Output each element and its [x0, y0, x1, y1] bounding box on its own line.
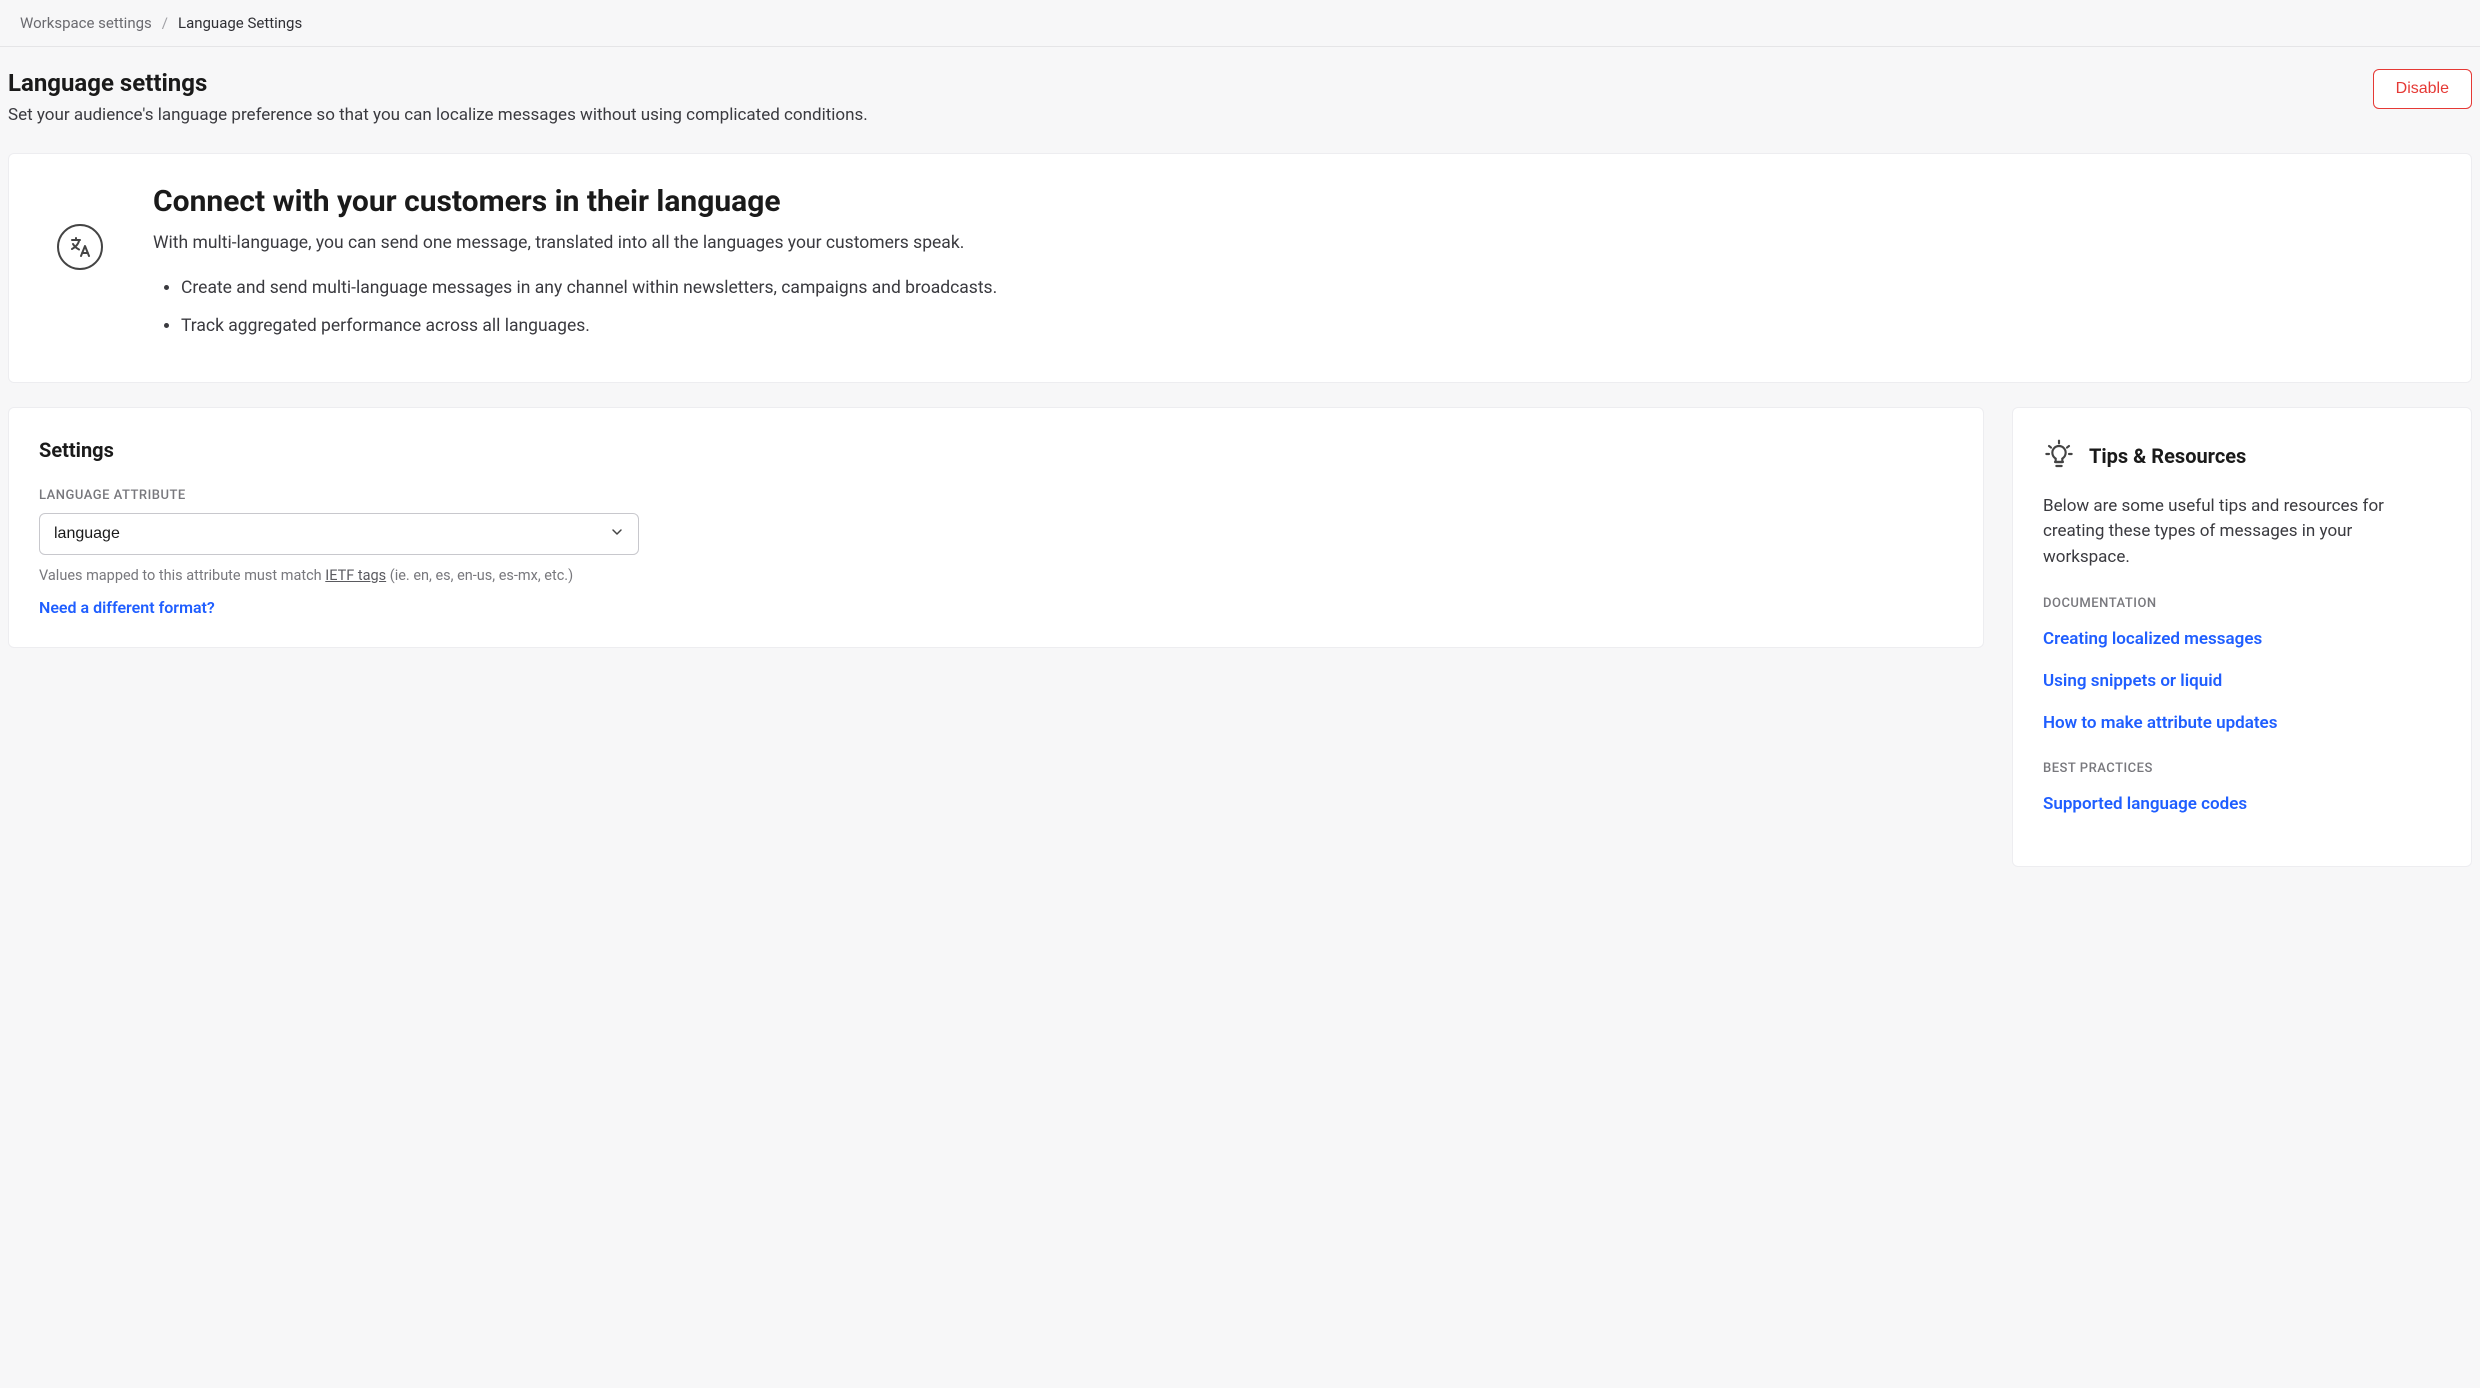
intro-heading: Connect with your customers in their lan… — [153, 184, 997, 219]
breadcrumb-current: Language Settings — [178, 14, 302, 32]
intro-bullet: Create and send multi-language messages … — [181, 275, 997, 301]
breadcrumb-separator: / — [162, 14, 168, 32]
settings-card: Settings LANGUAGE ATTRIBUTE language Val… — [8, 407, 1984, 648]
best-link-language-codes[interactable]: Supported language codes — [2043, 794, 2441, 814]
tips-description: Below are some useful tips and resources… — [2043, 494, 2441, 571]
ietf-tags-link[interactable]: IETF tags — [325, 567, 386, 584]
breadcrumb-parent-link[interactable]: Workspace settings — [20, 14, 152, 32]
intro-description: With multi-language, you can send one me… — [153, 233, 997, 253]
page-header: Language settings Set your audience's la… — [8, 47, 2472, 153]
tips-card: Tips & Resources Below are some useful t… — [2012, 407, 2472, 868]
language-attribute-select[interactable]: language — [39, 513, 639, 555]
different-format-link[interactable]: Need a different format? — [39, 598, 215, 617]
breadcrumb: Workspace settings / Language Settings — [0, 0, 2480, 47]
documentation-label: DOCUMENTATION — [2043, 596, 2441, 611]
translate-icon — [57, 224, 103, 270]
page-title: Language settings — [8, 69, 868, 97]
attribute-help-text: Values mapped to this attribute must mat… — [39, 567, 1953, 584]
intro-bullet: Track aggregated performance across all … — [181, 313, 997, 339]
doc-link-snippets-liquid[interactable]: Using snippets or liquid — [2043, 671, 2441, 691]
intro-card: Connect with your customers in their lan… — [8, 153, 2472, 383]
doc-link-localized-messages[interactable]: Creating localized messages — [2043, 629, 2441, 649]
page-subtitle: Set your audience's language preference … — [8, 105, 868, 125]
tips-title: Tips & Resources — [2089, 444, 2246, 468]
disable-button[interactable]: Disable — [2373, 69, 2472, 109]
settings-heading: Settings — [39, 438, 1953, 462]
language-attribute-label: LANGUAGE ATTRIBUTE — [39, 488, 1953, 503]
doc-link-attribute-updates[interactable]: How to make attribute updates — [2043, 713, 2441, 733]
intro-bullet-list: Create and send multi-language messages … — [153, 275, 997, 340]
lightbulb-icon — [2043, 438, 2075, 474]
best-practices-label: BEST PRACTICES — [2043, 761, 2441, 776]
